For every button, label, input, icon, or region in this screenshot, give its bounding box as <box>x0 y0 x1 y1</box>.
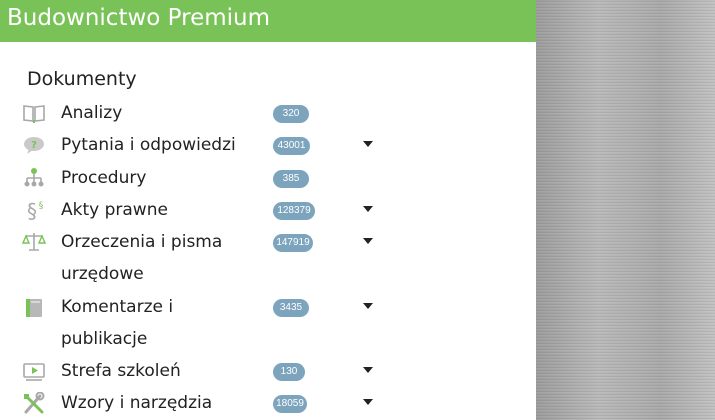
sidebar-panel: Budownictwo Premium Dokumenty Analizy 32… <box>0 0 536 420</box>
menu-item-wzory-i-narzedzia[interactable]: Wzory i narzędzia 18059 <box>0 387 536 419</box>
svg-text:§: § <box>39 201 44 211</box>
count-badge: 385 <box>273 170 309 188</box>
menu-item-akty-prawne[interactable]: § § Akty prawne 128379 <box>0 194 536 226</box>
chevron-down-icon[interactable] <box>363 141 373 147</box>
chevron-down-icon[interactable] <box>363 238 373 244</box>
count-badge: 43001 <box>273 137 310 155</box>
tools-icon <box>22 392 46 414</box>
menu-item-komentarze-i-publikacje[interactable]: Komentarze i publikacje 3435 <box>0 291 536 355</box>
count-badge: 320 <box>273 105 309 123</box>
menu-item-orzeczenia-i-pisma-urzedowe[interactable]: Orzeczenia i pisma urzędowe 147919 <box>0 226 536 290</box>
menu-item-analizy[interactable]: Analizy 320 <box>0 97 536 129</box>
hierarchy-icon <box>22 167 46 189</box>
menu-item-label: Analizy <box>61 103 123 123</box>
menu-item-label-line2: publikacje <box>61 329 148 349</box>
section-title: Dokumenty <box>27 68 137 90</box>
menu-item-label-line1: Komentarze i <box>61 297 174 317</box>
app-header: Budownictwo Premium <box>0 0 536 42</box>
chevron-down-icon[interactable] <box>363 399 373 405</box>
question-bubble-icon: ? <box>22 134 46 156</box>
video-play-icon <box>22 360 46 382</box>
menu-item-label: Strefa szkoleń <box>61 361 181 381</box>
background-texture <box>536 0 715 420</box>
menu-item-label: Akty prawne <box>61 200 168 220</box>
menu-item-label-line1: Orzeczenia i pisma <box>61 232 223 252</box>
count-badge: 147919 <box>273 234 313 252</box>
svg-text:§: § <box>27 199 37 222</box>
menu-item-procedury[interactable]: Procedury 385 <box>0 162 536 194</box>
menu-item-label: Pytania i odpowiedzi <box>61 135 236 155</box>
chevron-down-icon[interactable] <box>363 206 373 212</box>
book-icon <box>22 102 46 124</box>
count-badge: 130 <box>273 363 305 381</box>
menu-item-label-line2: urzędowe <box>61 264 144 284</box>
count-badge: 128379 <box>273 202 315 220</box>
book-green-icon <box>22 296 46 318</box>
chevron-down-icon[interactable] <box>363 367 373 373</box>
count-badge: 18059 <box>273 395 307 413</box>
menu-item-pytania-i-odpowiedzi[interactable]: ? Pytania i odpowiedzi 43001 <box>0 129 536 161</box>
svg-text:?: ? <box>31 140 37 151</box>
menu-item-label: Wzory i narzędzia <box>61 393 213 413</box>
chevron-down-icon[interactable] <box>363 303 373 309</box>
menu-item-label: Procedury <box>61 168 147 188</box>
scales-icon <box>22 231 46 253</box>
app-title: Budownictwo Premium <box>7 5 271 31</box>
count-badge: 3435 <box>273 299 309 317</box>
menu-item-strefa-szkolen[interactable]: Strefa szkoleń 130 <box>0 355 536 387</box>
paragraph-icon: § § <box>22 199 46 222</box>
